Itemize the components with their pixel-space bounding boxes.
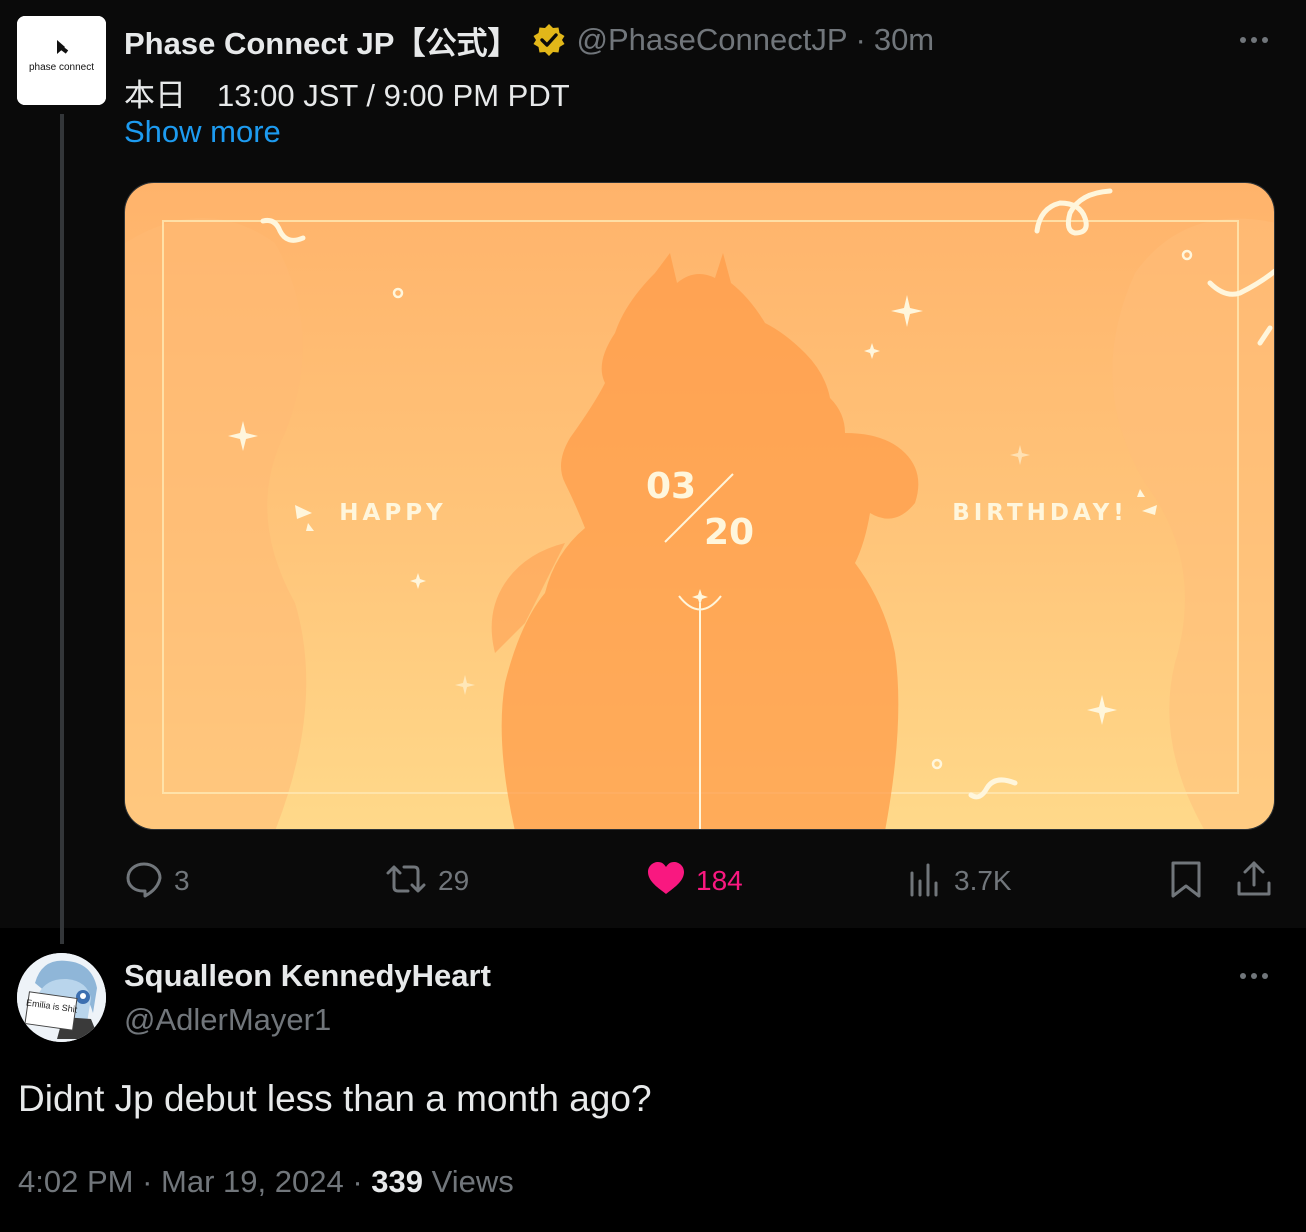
like-button[interactable]: 184 [646,856,743,906]
views-button[interactable]: 3.7K [908,856,1012,906]
post-header: Phase Connect JP【公式】 @PhaseConnectJP · 3… [124,18,934,62]
show-more-link[interactable]: Show more [124,114,281,150]
separator-dot: · [142,1164,153,1199]
media-happy-text: HAPPY [339,500,446,526]
verified-badge-icon [532,23,566,57]
parent-post[interactable]: phase connect Phase Connect JP【公式】 @Phas… [0,0,1306,944]
like-count: 184 [696,865,743,896]
phase-connect-logo-text: phase connect [29,62,94,73]
repost-icon [384,859,428,904]
bookmark-button[interactable] [1168,856,1204,906]
reply-date[interactable]: Mar 19, 2024 [161,1164,344,1199]
media-birthday-text: BIRTHDAY! [952,500,1128,526]
views-count: 3.7K [954,865,1012,896]
reply-author-handle[interactable]: @AdlerMayer1 [124,1002,331,1038]
post-text: 本日 13:00 JST / 9:00 PM PDT [124,78,570,113]
post-media-image[interactable]: HAPPY BIRTHDAY! 03 20 [124,182,1275,830]
reply-button[interactable]: 3 [124,856,190,906]
reply-count: 3 [174,865,190,896]
separator-dot: · [855,22,866,57]
reply-metadata: 4:02 PM · Mar 19, 2024 · 339 Views [18,1164,514,1200]
post-action-bar: 3 29 184 3.7K [124,856,1276,906]
heart-icon [646,859,686,904]
author-display-name[interactable]: Phase Connect JP【公式】 [124,18,518,63]
reply-views-label: Views [431,1164,514,1199]
post-time[interactable]: 30m [874,22,934,58]
repost-count: 29 [438,865,470,896]
author-avatar[interactable]: phase connect [17,16,106,105]
separator-dot: · [352,1164,363,1199]
reply-author-name[interactable]: Squalleon KennedyHeart [124,958,491,994]
reply-views-count: 339 [371,1164,424,1199]
thread-connector-line [60,114,64,944]
reply-time[interactable]: 4:02 PM [18,1164,133,1199]
more-options-icon[interactable] [1234,22,1274,58]
media-month-text: 03 [646,466,696,507]
bookmark-icon [1168,859,1204,904]
share-button[interactable] [1234,856,1274,906]
media-day-text: 20 [704,512,754,553]
reply-more-options-icon[interactable] [1234,958,1274,994]
author-handle[interactable]: @PhaseConnectJP [576,22,847,58]
reply-text: Didnt Jp debut less than a month ago? [18,1078,652,1119]
repost-button[interactable]: 29 [384,856,469,906]
analytics-icon [908,859,944,904]
reply-icon [124,859,164,904]
share-icon [1234,859,1274,904]
reply-author-avatar[interactable]: Emilia is Shit [17,953,106,1042]
